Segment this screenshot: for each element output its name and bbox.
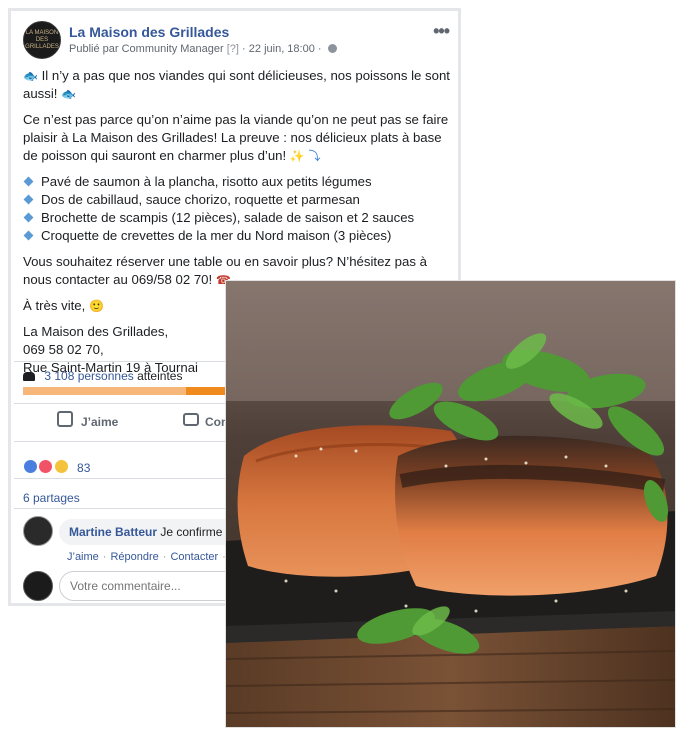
comment-contact-link[interactable]: Contacter bbox=[170, 551, 218, 563]
like-reaction-icon bbox=[23, 459, 38, 474]
wow-reaction-icon bbox=[53, 459, 69, 474]
list-item: Brochette de scampis (12 pièces), salade… bbox=[23, 209, 453, 227]
help-marker[interactable]: [?] bbox=[227, 43, 239, 55]
commenter-avatar[interactable] bbox=[23, 516, 53, 546]
comment-actions: J’aime·Répondre·Contacter·2 bbox=[67, 551, 236, 563]
separator: · bbox=[162, 551, 167, 563]
more-options-button[interactable]: ••• bbox=[433, 21, 450, 42]
signature-line: 069 58 02 70, bbox=[23, 342, 104, 357]
avatar-logo-text: LA MAISON DES GRILLADES bbox=[25, 29, 59, 50]
meta-separator: · bbox=[317, 43, 322, 55]
dish-list: Pavé de saumon à la plancha, risotto aux… bbox=[23, 173, 453, 245]
composer-avatar bbox=[23, 571, 53, 601]
comment-author[interactable]: Martine Batteur bbox=[69, 525, 157, 539]
signature-line: La Maison des Grillades, bbox=[23, 324, 169, 339]
comment-bubble: Martine Batteur Je confirme ! bbox=[59, 519, 240, 545]
post-date[interactable]: 22 juin, 18:00 bbox=[249, 43, 315, 55]
salmon-photo bbox=[225, 280, 676, 728]
page-name-link[interactable]: La Maison des Grillades bbox=[69, 24, 229, 40]
down-arrow-icon: ⤵ bbox=[308, 149, 321, 163]
reaction-count: 83 bbox=[77, 461, 91, 475]
love-reaction-icon bbox=[38, 459, 54, 474]
like-button[interactable]: J’aime bbox=[57, 411, 137, 435]
post-header: LA MAISON DES GRILLADES La Maison des Gr… bbox=[23, 21, 453, 61]
published-by[interactable]: Publié par Community Manager bbox=[69, 43, 224, 55]
comment-bubble-icon bbox=[183, 413, 199, 426]
comment-reply-link[interactable]: Répondre bbox=[110, 551, 158, 563]
fish-icon: 🐟 bbox=[23, 69, 38, 83]
shares-link[interactable]: 6 partages bbox=[23, 491, 80, 505]
separator: · bbox=[102, 551, 107, 563]
like-label: J’aime bbox=[81, 415, 119, 429]
thumbs-up-icon bbox=[57, 411, 73, 427]
list-item: Croquette de crevettes de la mer du Nord… bbox=[23, 227, 453, 245]
description-paragraph: Ce n’est pas parce qu’on n’aime pas la v… bbox=[23, 111, 453, 165]
people-icon bbox=[23, 372, 35, 381]
globe-icon bbox=[327, 44, 337, 53]
comment-text: Je confirme ! bbox=[160, 525, 230, 539]
description-text: Ce n’est pas parce qu’on n’aime pas la v… bbox=[23, 112, 449, 163]
intro-paragraph: 🐟 Il n’y a pas que nos viandes qui sont … bbox=[23, 67, 453, 103]
list-item: Pavé de saumon à la plancha, risotto aux… bbox=[23, 173, 453, 191]
intro-text: Il n’y a pas que nos viandes qui sont dé… bbox=[23, 68, 450, 101]
post-meta: Publié par Community Manager [?] · 22 ju… bbox=[69, 43, 337, 55]
comment-like-link[interactable]: J’aime bbox=[67, 551, 99, 563]
meta-separator: · bbox=[242, 43, 246, 55]
reactions-summary[interactable]: 83 bbox=[23, 459, 90, 475]
page-avatar[interactable]: LA MAISON DES GRILLADES bbox=[23, 21, 61, 59]
reach-count[interactable]: 3 108 personnes bbox=[44, 369, 133, 383]
fish-icon: 🐟 bbox=[61, 87, 77, 101]
closing-text: À très vite, bbox=[23, 298, 86, 313]
reach-label: atteintes bbox=[137, 369, 183, 383]
salmon-dish-image bbox=[226, 281, 675, 727]
sparkles-icon: ✨ bbox=[289, 149, 305, 163]
list-item: Dos de cabillaud, sauce chorizo, roquett… bbox=[23, 191, 453, 209]
smile-icon: 🙂 bbox=[88, 299, 104, 313]
